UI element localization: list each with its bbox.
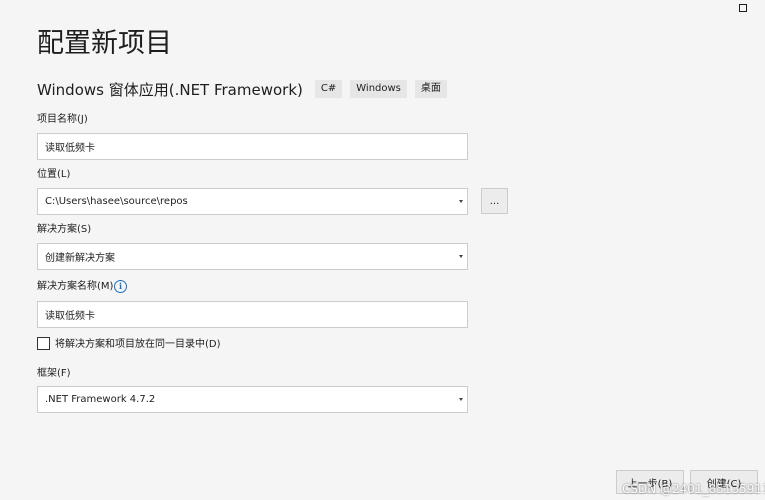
info-icon[interactable]: i <box>114 280 127 293</box>
page-title: 配置新项目 <box>37 28 172 59</box>
tag-project-type: 桌面 <box>414 80 447 98</box>
create-button[interactable]: 创建(C) <box>690 470 758 494</box>
back-button[interactable]: 上一步(B) <box>616 470 684 494</box>
same-directory-checkbox-label[interactable]: 将解决方案和项目放在同一目录中(D) <box>55 338 221 352</box>
solution-name-value: 读取低频卡 <box>45 311 95 322</box>
chevron-down-icon[interactable] <box>459 200 463 203</box>
maximize-icon[interactable] <box>739 4 747 12</box>
project-name-label: 项目名称(J) <box>37 114 88 125</box>
template-name: Windows 窗体应用(.NET Framework) <box>37 80 303 99</box>
chevron-down-icon[interactable] <box>459 255 463 258</box>
framework-label: 框架(F) <box>37 368 71 379</box>
project-name-value: 读取低频卡 <box>45 143 95 154</box>
solution-name-label: 解决方案名称(M) <box>37 281 114 292</box>
browse-button[interactable]: ... <box>481 188 508 214</box>
location-label: 位置(L) <box>37 169 71 180</box>
solution-dropdown[interactable]: 创建新解决方案 <box>37 243 468 270</box>
template-summary: Windows 窗体应用(.NET Framework) C# Windows … <box>37 77 455 101</box>
chevron-down-icon[interactable] <box>459 398 463 401</box>
tag-platform: Windows <box>350 80 407 98</box>
framework-value: .NET Framework 4.7.2 <box>45 394 156 405</box>
solution-label: 解决方案(S) <box>37 224 92 235</box>
same-directory-checkbox[interactable] <box>37 337 50 350</box>
location-combobox[interactable]: C:\Users\hasee\source\repos <box>37 188 468 215</box>
project-name-input[interactable]: 读取低频卡 <box>37 133 468 160</box>
framework-dropdown[interactable]: .NET Framework 4.7.2 <box>37 386 468 413</box>
tag-language: C# <box>314 80 343 98</box>
solution-name-input[interactable]: 读取低频卡 <box>37 301 468 328</box>
solution-value: 创建新解决方案 <box>45 253 115 264</box>
location-value: C:\Users\hasee\source\repos <box>45 196 188 207</box>
